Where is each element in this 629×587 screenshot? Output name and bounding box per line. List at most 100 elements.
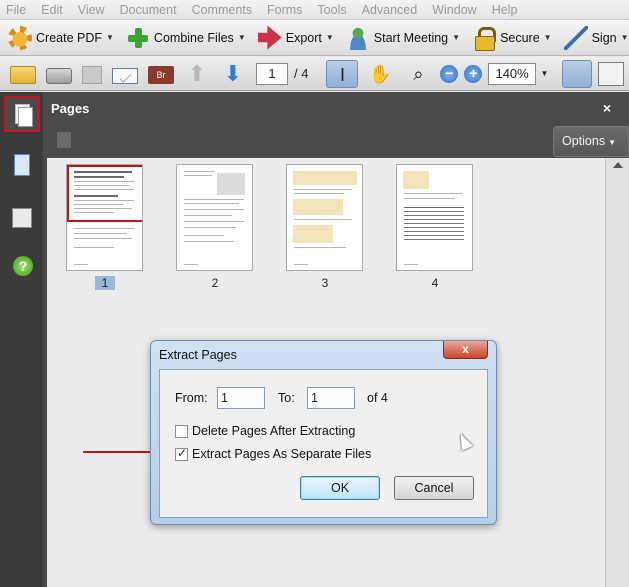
text-line <box>184 175 212 176</box>
highlight-block <box>403 171 429 189</box>
text-line <box>184 215 232 216</box>
save-icon[interactable] <box>82 66 102 84</box>
menu-advanced[interactable]: Advanced <box>362 3 418 17</box>
navigation-pane: ? <box>0 92 43 587</box>
dialog-close-button[interactable]: x <box>443 341 488 359</box>
figure-block <box>217 173 245 195</box>
meeting-icon <box>345 25 370 50</box>
panel-subtoolbar: Options ▼ <box>43 126 629 158</box>
pages-panel-button[interactable] <box>4 96 40 132</box>
create-pdf-icon <box>8 25 32 50</box>
table-line <box>404 215 464 216</box>
separate-files-checkbox[interactable] <box>175 446 188 461</box>
panel-header: Pages × <box>43 92 629 126</box>
zoom-input[interactable]: 140% <box>488 62 537 85</box>
hand-tool-icon[interactable]: ✋ <box>364 60 396 88</box>
page-total: / 4 <box>294 66 309 81</box>
table-line <box>404 227 464 228</box>
fit-page-icon[interactable] <box>598 61 625 86</box>
menu-file[interactable]: File <box>6 3 26 17</box>
table-line <box>404 207 464 208</box>
create-pdf-button[interactable]: Create PDF ▼ <box>8 25 114 50</box>
highlight-block <box>293 199 343 215</box>
text-line <box>74 238 132 239</box>
lock-icon <box>472 26 497 51</box>
text-line <box>184 227 236 228</box>
task-toolbar: Create PDF ▼ Combine Files ▼ Export ▼ St… <box>0 20 629 56</box>
export-button[interactable]: Export ▼ <box>257 25 334 50</box>
signature-icon <box>12 208 32 228</box>
chevron-down-icon: ▼ <box>237 33 246 42</box>
table-line <box>404 231 464 232</box>
zoom-out-icon[interactable]: − <box>440 64 459 83</box>
to-input[interactable]: 1 <box>307 387 355 409</box>
bookmarks-panel-button[interactable] <box>4 148 40 184</box>
from-input[interactable]: 1 <box>217 387 265 409</box>
menu-tools[interactable]: Tools <box>317 3 346 17</box>
combine-files-button[interactable]: Combine Files ▼ <box>126 26 246 50</box>
export-label: Export <box>285 30 322 45</box>
menu-help[interactable]: Help <box>492 3 518 17</box>
delete-pages-label[interactable]: Delete Pages After Extracting <box>192 424 355 438</box>
options-button[interactable]: Options ▼ <box>553 126 629 157</box>
text-line <box>74 264 88 265</box>
text-line <box>294 219 352 220</box>
cancel-button[interactable]: Cancel <box>394 476 474 500</box>
menu-window[interactable]: Window <box>432 3 476 17</box>
page-number-input[interactable]: 1 <box>256 62 288 85</box>
menu-edit[interactable]: Edit <box>41 3 63 17</box>
print-icon[interactable] <box>46 67 72 84</box>
zoom-in-icon[interactable]: + <box>464 64 483 83</box>
separate-files-label[interactable]: Extract Pages As Separate Files <box>192 447 371 461</box>
text-line <box>294 189 352 190</box>
page-count-label: of 4 <box>367 391 388 405</box>
table-line <box>404 223 464 224</box>
annotation-arrow <box>83 447 161 457</box>
previous-page-icon[interactable]: ⬆ <box>184 61 210 86</box>
trash-icon[interactable] <box>57 132 71 148</box>
open-folder-icon[interactable] <box>10 66 36 84</box>
zoom-dropdown-icon[interactable]: ▼ <box>540 69 548 78</box>
help-button[interactable]: ? <box>4 250 40 286</box>
signatures-panel-button[interactable] <box>4 200 40 236</box>
select-tool-icon[interactable]: I <box>326 59 359 88</box>
secure-button[interactable]: Secure ▼ <box>472 26 552 51</box>
secure-label: Secure <box>500 30 540 45</box>
email-icon[interactable] <box>112 67 138 84</box>
menu-document[interactable]: Document <box>120 3 177 17</box>
page-thumbnail-1[interactable] <box>66 164 143 271</box>
menu-view[interactable]: View <box>78 3 105 17</box>
text-line <box>184 203 239 204</box>
sign-button[interactable]: Sign ▼ <box>563 25 629 50</box>
highlight-block <box>293 171 357 185</box>
start-meeting-label: Start Meeting <box>373 30 449 45</box>
chevron-down-icon: ▼ <box>543 33 552 42</box>
page-thumbnail-2[interactable] <box>176 164 253 271</box>
text-line <box>184 241 234 242</box>
menu-comments[interactable]: Comments <box>192 3 252 17</box>
menu-bar: File Edit View Document Comments Forms T… <box>0 0 629 20</box>
text-line <box>184 199 244 200</box>
close-icon[interactable]: × <box>603 100 611 116</box>
vertical-scrollbar[interactable] <box>605 158 629 587</box>
table-line <box>404 235 464 236</box>
text-line <box>184 221 244 222</box>
delete-pages-checkbox[interactable] <box>175 425 188 438</box>
fit-width-icon[interactable] <box>562 59 593 88</box>
table-line <box>404 211 464 212</box>
text-line <box>294 193 344 194</box>
pen-icon <box>563 25 588 50</box>
dialog-title: Extract Pages <box>159 348 237 362</box>
page-thumbnail-4[interactable] <box>396 164 473 271</box>
scroll-up-icon[interactable] <box>613 162 623 168</box>
menu-forms[interactable]: Forms <box>267 3 302 17</box>
table-line <box>404 239 464 240</box>
text-line <box>74 233 126 234</box>
ok-button[interactable]: OK <box>300 476 380 500</box>
start-meeting-button[interactable]: Start Meeting ▼ <box>345 25 460 50</box>
review-icon[interactable]: Br <box>148 66 174 84</box>
marquee-zoom-icon[interactable]: ⌕ <box>402 60 434 88</box>
page-thumbnail-3[interactable] <box>286 164 363 271</box>
next-page-icon[interactable]: ⬇ <box>220 61 246 86</box>
chevron-down-icon: ▼ <box>106 33 114 42</box>
